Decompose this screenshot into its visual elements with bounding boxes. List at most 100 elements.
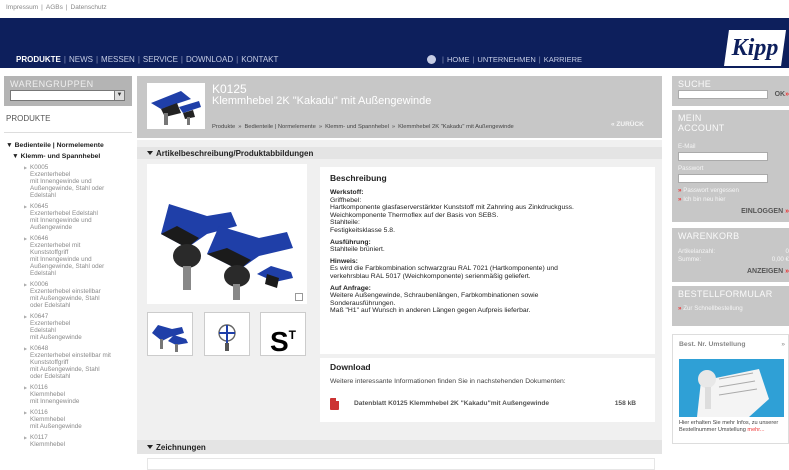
divider: [4, 132, 132, 133]
tree-item-text: Außengewinde, Stahl oder: [30, 263, 105, 270]
breadcrumb-item[interactable]: Klemm- und Spannhebel: [325, 124, 389, 130]
nav-download[interactable]: DOWNLOAD: [186, 55, 233, 64]
description-heading: Ausführung:: [330, 238, 371, 246]
nav-produkte[interactable]: PRODUKTE: [16, 55, 61, 64]
nav-news[interactable]: NEWS: [69, 55, 93, 64]
search-box: SUCHE OK»: [672, 76, 789, 106]
tree-item-bedienteile[interactable]: ▼ Bedienteile | Normelemente: [6, 142, 132, 149]
produkte-label: PRODUKTE: [6, 114, 51, 123]
download-subtitle: Weitere interessante Informationen finde…: [330, 378, 566, 385]
warengruppen-select[interactable]: ▼: [10, 90, 125, 101]
tree-item-text: Außengewinde, Stahl oder: [30, 185, 105, 192]
product-code: K0125: [212, 82, 247, 96]
zoom-icon[interactable]: [295, 293, 303, 301]
forgot-password-link[interactable]: » Passwort vergessen: [678, 187, 739, 194]
tree-item-code: K0116: [30, 384, 48, 391]
agbs-link[interactable]: AGBs: [46, 4, 63, 11]
nav-service[interactable]: SERVICE: [143, 55, 178, 64]
tree-item-code: K0117: [30, 434, 48, 441]
order-form-box: BESTELLFORMULAR » Zur Schnellbestellung: [672, 286, 789, 326]
tree-item-code: K0645: [30, 203, 49, 210]
account-box: MEIN ACCOUNT E-Mail Passwort » Passwort v…: [672, 110, 789, 222]
login-button[interactable]: EINLOGGEN »: [741, 208, 789, 215]
show-cart-button[interactable]: ANZEIGEN »: [747, 268, 789, 275]
section-header-zeichnungen[interactable]: Zeichnungen: [137, 440, 662, 454]
impressum-link[interactable]: Impressum: [6, 4, 38, 11]
tree-item-text: mit Innengewinde und: [30, 217, 92, 224]
chevron-down-icon[interactable]: ▼: [114, 91, 124, 100]
caret-down-icon: ▼: [6, 142, 13, 149]
thumbnail-product[interactable]: [147, 312, 193, 356]
breadcrumb-separator: »: [238, 124, 242, 130]
search-input[interactable]: [678, 90, 768, 99]
promo-more-link[interactable]: mehr...: [747, 427, 764, 433]
kipp-logo[interactable]: Kipp: [724, 30, 786, 66]
caret-down-icon: [147, 151, 153, 155]
search-ok-button[interactable]: OK»: [775, 91, 789, 98]
category-tree: ▼ Bedienteile | Normelemente ▼ Klemm- und…: [6, 142, 132, 452]
section-title: Zeichnungen: [156, 443, 206, 452]
nav-messen[interactable]: MESSEN: [101, 55, 135, 64]
description-line: Stahlteile brüniert.: [330, 246, 385, 254]
breadcrumb-item: Klemmhebel 2K "Kakadu" mit Außengewinde: [398, 124, 514, 130]
download-item[interactable]: Datenblatt K0125 Klemmhebel 2K "Kakadu"m…: [330, 398, 650, 412]
caret-down-icon: ▼: [12, 153, 19, 160]
nav-home[interactable]: HOME: [447, 55, 470, 64]
section-title: Artikelbeschreibung/Produktabbildungen: [156, 149, 314, 158]
nav-unternehmen[interactable]: UNTERNEHMEN: [477, 55, 535, 64]
cart-box: WARENKORB Artikelanzahl: 0 Summe: 0,00 € A…: [672, 228, 789, 282]
breadcrumb-item[interactable]: Bedienteile | Normelemente: [244, 124, 315, 130]
tree-item-text: mit Innengewinde: [30, 398, 80, 405]
tree-item-product[interactable]: K0648Exzenterhebel einstellbar mitKunsts…: [24, 345, 132, 380]
search-title: SUCHE: [678, 79, 712, 89]
tree-item-code: K0646: [30, 235, 49, 242]
quick-order-link[interactable]: » Zur Schnellbestellung: [678, 305, 743, 312]
tree-item-product[interactable]: K0006Exzenterhebel einstellbarmit Außeng…: [24, 281, 132, 309]
tree-item-text: Außengewinde: [30, 224, 73, 231]
tree-item-product[interactable]: K0645Exzenterhebel Edelstahlmit Innengew…: [24, 203, 132, 231]
description-heading: Hinweis:: [330, 257, 358, 265]
cart-count: 0: [785, 248, 789, 255]
tree-item-text: Exzenterhebel einstellbar: [30, 288, 101, 295]
datenschutz-link[interactable]: Datenschutz: [71, 4, 107, 11]
tree-item-text: oder Edelstahl: [30, 373, 71, 380]
thumbnail-drawing[interactable]: [204, 312, 250, 356]
promo-title: Best. Nr. Umstellung: [679, 341, 746, 348]
promo-arrow[interactable]: »: [781, 341, 785, 348]
left-sidebar: WARENGRUPPEN ▼ PRODUKTE ▼ Bedienteile | …: [0, 76, 134, 470]
breadcrumb-item[interactable]: Produkte: [212, 124, 235, 130]
tree-item-product[interactable]: K0117Klemmhebel: [24, 434, 132, 448]
tree-item-text: Kunststoffgriff: [30, 359, 69, 366]
password-label: Passwort: [678, 165, 704, 172]
tree-item-code: K0005: [30, 164, 49, 171]
main-product-image[interactable]: [147, 164, 307, 304]
register-link[interactable]: » Ich bin neu hier: [678, 196, 726, 203]
tree-item-product[interactable]: K0647ExzenterhebelEdelstahlmit Außengewi…: [24, 313, 132, 341]
download-title: Download: [330, 362, 371, 372]
tree-item-product[interactable]: K0116Klemmhebelmit Innengewinde: [24, 384, 132, 405]
tree-item-text: Exzenterhebel mit: [30, 242, 81, 249]
tree-item-product[interactable]: K0005Exzenterhebelmit Innengewinde undAu…: [24, 164, 132, 199]
promo-box[interactable]: Best. Nr. Umstellung » Hier erhalten Sie…: [672, 334, 789, 444]
section-header-beschreibung[interactable]: Artikelbeschreibung/Produktabbildungen: [137, 147, 662, 159]
tree-item-text: Kunststoffgriff: [30, 249, 69, 256]
nav-kontakt[interactable]: KONTAKT: [241, 55, 278, 64]
tree-item-text: mit Außengewinde, Stahl: [30, 366, 100, 373]
tree-item-klemm-spannhebel[interactable]: ▼ Klemm- und Spannhebel: [12, 153, 132, 160]
cart-sum-row: Summe: 0,00 €: [678, 256, 789, 263]
back-link[interactable]: « ZURÜCK: [611, 121, 644, 128]
thumbnail-st-logo[interactable]: ST: [260, 312, 306, 357]
tree-item-text: Klemmhebel: [30, 391, 65, 398]
breadcrumb-separator: »: [391, 124, 396, 130]
tree-item-text: Klemmhebel: [30, 441, 65, 448]
password-field[interactable]: [678, 174, 768, 183]
description-line: Stahlteile:: [330, 219, 360, 227]
promo-image: [679, 359, 784, 417]
datasheet-link[interactable]: Datenblatt K0125 Klemmhebel 2K "Kakadu"m…: [354, 400, 549, 407]
globe-icon[interactable]: [427, 55, 436, 64]
tree-item-product[interactable]: K0116Klemmhebelmit Außengewinde: [24, 409, 132, 430]
email-field[interactable]: [678, 152, 768, 161]
tree-item-product[interactable]: K0646Exzenterhebel mitKunststoffgriffmit…: [24, 235, 132, 277]
description-title: Beschreibung: [330, 173, 387, 183]
nav-karriere[interactable]: KARRIERE: [544, 55, 582, 64]
